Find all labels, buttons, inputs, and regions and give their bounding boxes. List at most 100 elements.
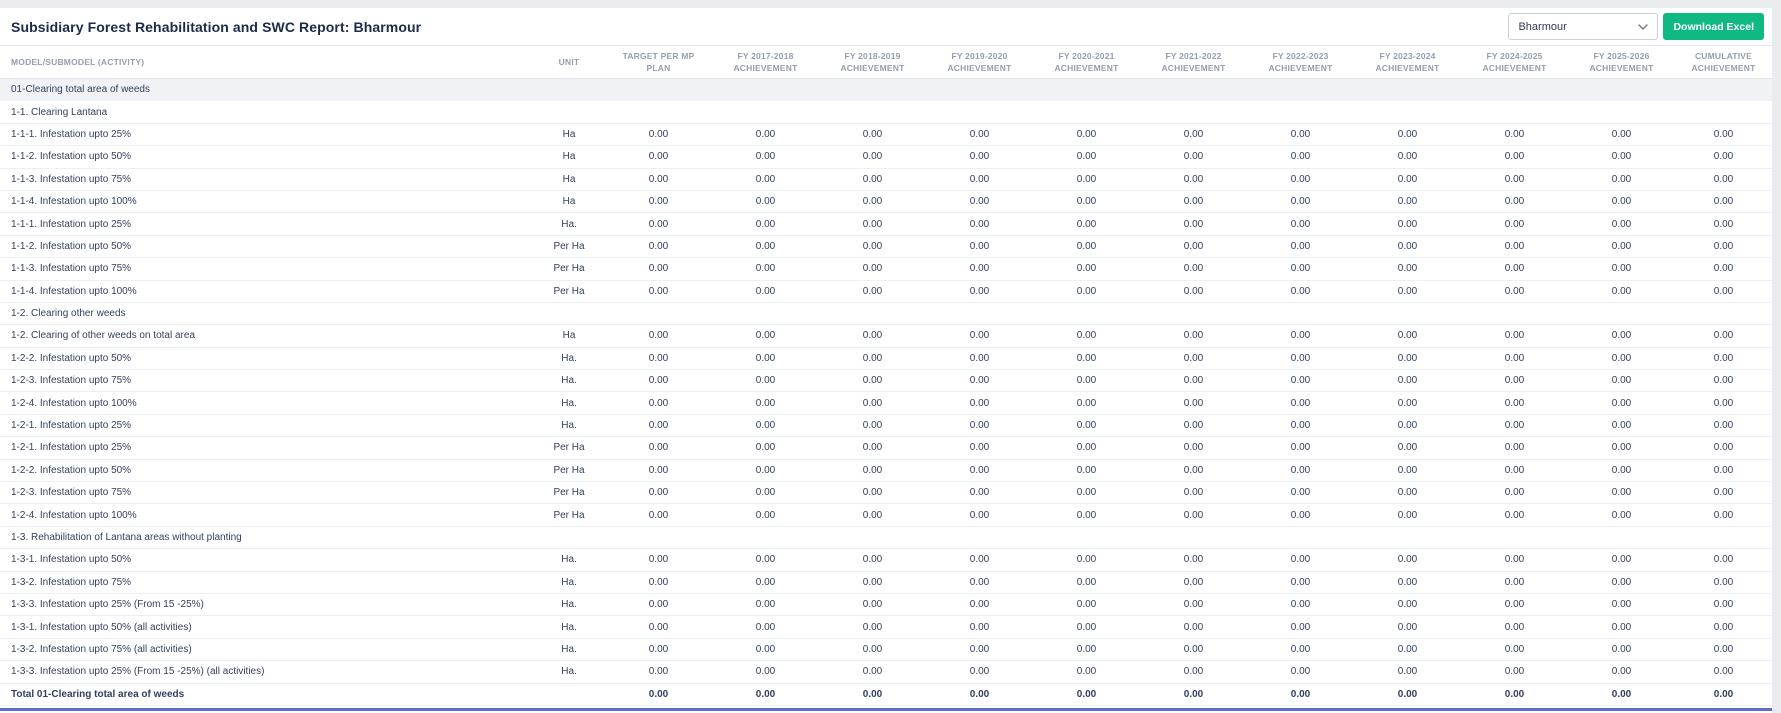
row-label-cell: Total 01-Clearing total area of weeds: [0, 683, 533, 706]
value-cell: 0.00: [712, 414, 819, 438]
value-cell: 0.00: [819, 436, 926, 460]
column-header: FY 2021-2022 ACHIEVEMENT: [1140, 46, 1247, 79]
row-label-cell: 1-1-4. Infestation upto 100%: [0, 190, 533, 214]
value-cell: [1568, 78, 1675, 102]
value-cell: 0.00: [1675, 571, 1772, 594]
value-cell: 0.00: [712, 660, 819, 684]
value-cell: [1675, 78, 1772, 102]
unit-cell: [533, 302, 605, 326]
value-cell: 0.00: [1461, 324, 1568, 348]
value-cell: 0.00: [926, 683, 1033, 706]
value-cell: 0.00: [605, 145, 712, 169]
row-label-cell: 1-3-1. Infestation upto 50%: [0, 548, 533, 572]
table-row: 1-1-4. Infestation upto 100% Ha 0.00 0.00 0.…: [0, 190, 1772, 214]
column-header: FY 2025-2026 ACHIEVEMENT: [1568, 46, 1675, 79]
value-cell: 0.00: [605, 324, 712, 348]
value-cell: 0.00: [712, 280, 819, 303]
value-cell: 0.00: [926, 347, 1033, 371]
value-cell: 0.00: [712, 347, 819, 371]
value-cell: 0.00: [712, 369, 819, 393]
value-cell: 0.00: [1675, 123, 1772, 147]
value-cell: 0.00: [819, 414, 926, 438]
value-cell: 0.00: [1568, 168, 1675, 191]
table-row: 1-1-2. Infestation upto 50% Ha 0.00 0.00 0.0…: [0, 145, 1772, 169]
value-cell: 0.00: [1033, 347, 1140, 371]
row-label-cell: 1-1-3. Infestation upto 75%: [0, 257, 533, 281]
download-excel-button[interactable]: Download Excel: [1663, 13, 1764, 40]
value-cell: 0.00: [1354, 683, 1461, 706]
value-cell: 0.00: [1354, 235, 1461, 259]
value-cell: 0.00: [1461, 257, 1568, 281]
value-cell: [605, 100, 712, 124]
unit-cell: Ha.: [533, 660, 605, 684]
value-cell: [1568, 302, 1675, 326]
unit-cell: Ha.: [533, 347, 605, 371]
value-cell: 0.00: [926, 324, 1033, 348]
value-cell: 0.00: [926, 571, 1033, 594]
value-cell: 0.00: [926, 369, 1033, 393]
value-cell: 0.00: [1033, 257, 1140, 281]
value-cell: 0.00: [605, 593, 712, 617]
table-header-row: MODEL/SUBMODEL (ACTIVITY) UNIT TARGET PER …: [0, 46, 1772, 79]
value-cell: 0.00: [1033, 503, 1140, 527]
value-cell: [1140, 526, 1247, 550]
region-select-value: Bharmour: [1518, 20, 1567, 33]
value-cell: 0.00: [1354, 414, 1461, 438]
value-cell: 0.00: [1140, 615, 1247, 639]
value-cell: 0.00: [712, 168, 819, 191]
value-cell: 0.00: [1675, 235, 1772, 259]
value-cell: 0.00: [1140, 571, 1247, 594]
value-cell: 0.00: [1675, 548, 1772, 572]
value-cell: 0.00: [1140, 324, 1247, 348]
value-cell: 0.00: [1354, 347, 1461, 371]
value-cell: 0.00: [1568, 548, 1675, 572]
value-cell: 0.00: [1354, 481, 1461, 505]
value-cell: 0.00: [926, 414, 1033, 438]
value-cell: 0.00: [712, 683, 819, 706]
row-label-cell: 1-2-1. Infestation upto 25%: [0, 414, 533, 438]
value-cell: 0.00: [1247, 190, 1354, 214]
value-cell: 0.00: [819, 683, 926, 706]
value-cell: 0.00: [1140, 459, 1247, 483]
table-row: 1-1-1. Infestation upto 25% Ha. 0.00 0.00 0.…: [0, 212, 1772, 236]
value-cell: 0.00: [1247, 123, 1354, 147]
value-cell: 0.00: [1140, 593, 1247, 617]
value-cell: 0.00: [1140, 190, 1247, 214]
unit-cell: Ha.: [533, 369, 605, 393]
unit-cell: Ha.: [533, 571, 605, 594]
value-cell: 0.00: [819, 347, 926, 371]
table-row: 1-1-4. Infestation upto 100% Per Ha 0.00 0.…: [0, 280, 1772, 303]
unit-cell: Per Ha: [533, 436, 605, 460]
row-label-cell: 1-3-3. Infestation upto 25% (From 15 -25…: [0, 660, 533, 684]
value-cell: 0.00: [1033, 369, 1140, 393]
value-cell: 0.00: [1140, 235, 1247, 259]
value-cell: [819, 100, 926, 124]
unit-cell: Ha.: [533, 548, 605, 572]
value-cell: 0.00: [1354, 459, 1461, 483]
value-cell: 0.00: [1568, 257, 1675, 281]
chevron-down-icon: [1638, 23, 1649, 30]
value-cell: 0.00: [1568, 369, 1675, 393]
unit-cell: Ha.: [533, 615, 605, 639]
value-cell: [1568, 100, 1675, 124]
region-select[interactable]: Bharmour: [1508, 13, 1659, 40]
value-cell: 0.00: [605, 414, 712, 438]
value-cell: 0.00: [1354, 638, 1461, 662]
value-cell: 0.00: [1461, 391, 1568, 415]
value-cell: 0.00: [819, 548, 926, 572]
row-label-cell: 1-2-4. Infestation upto 100%: [0, 391, 533, 415]
value-cell: 0.00: [1461, 168, 1568, 191]
value-cell: 0.00: [605, 123, 712, 147]
value-cell: 0.00: [1140, 145, 1247, 169]
value-cell: 0.00: [1568, 212, 1675, 236]
column-header: FY 2020-2021 ACHIEVEMENT: [1033, 46, 1140, 79]
table-row: 1-3-3. Infestation upto 25% (From 15 -25…: [0, 660, 1772, 684]
value-cell: [1033, 78, 1140, 102]
value-cell: 0.00: [1140, 212, 1247, 236]
value-cell: 0.00: [819, 369, 926, 393]
value-cell: 0.00: [1461, 414, 1568, 438]
value-cell: 0.00: [1568, 414, 1675, 438]
row-label-cell: 1-1. Clearing Lantana: [0, 100, 533, 124]
value-cell: 0.00: [1247, 168, 1354, 191]
value-cell: 0.00: [1033, 660, 1140, 684]
